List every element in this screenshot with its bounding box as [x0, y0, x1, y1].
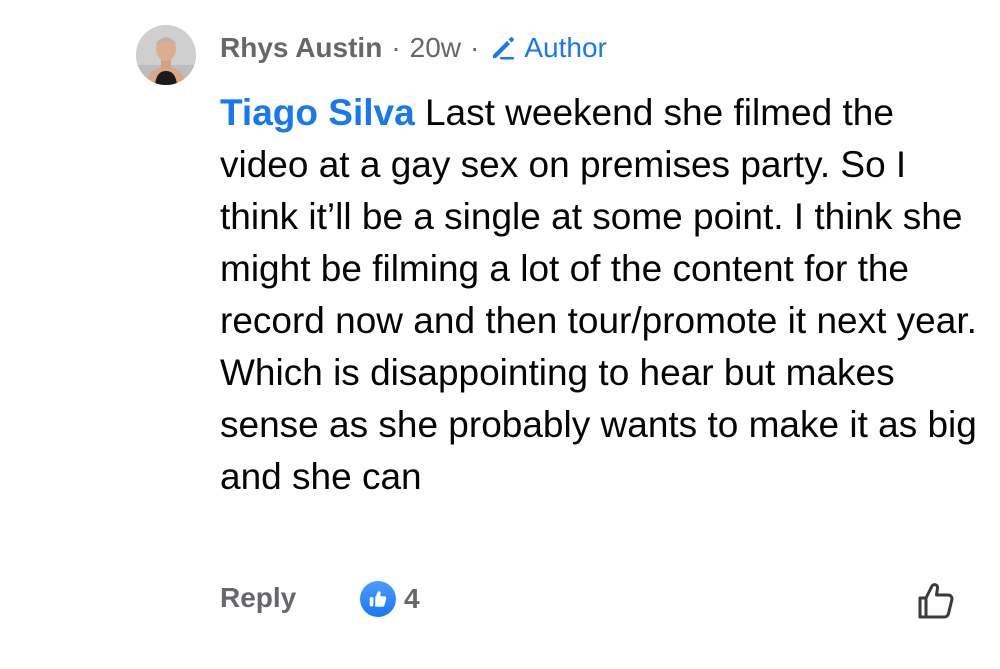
author-badge-label: Author: [524, 32, 607, 63]
thumbs-up-outline-icon: [918, 583, 954, 619]
author-badge: Author: [488, 32, 607, 64]
comment-meta: Rhys Austin · 20w · Author: [220, 28, 607, 68]
comment-text: Last weekend she filmed the video at a g…: [220, 92, 977, 497]
like-reaction-icon: [360, 581, 396, 617]
reaction-count: 4: [404, 583, 420, 614]
pencil-icon: [493, 37, 515, 60]
comment-body: Tiago Silva Last weekend she filmed the …: [220, 87, 980, 503]
mention-link[interactable]: Tiago Silva: [220, 92, 415, 133]
comment-timestamp[interactable]: 20w: [410, 32, 461, 64]
comment: Rhys Austin · 20w · Author Tiago Silva L…: [0, 0, 1000, 669]
meta-separator: ·: [391, 32, 401, 63]
thumbs-up-icon: [369, 591, 387, 607]
author-name[interactable]: Rhys Austin: [220, 32, 382, 64]
comment-actions: Reply: [220, 578, 296, 618]
reply-button[interactable]: Reply: [220, 582, 296, 614]
like-button[interactable]: [914, 579, 958, 623]
avatar-photo-icon: [136, 25, 196, 85]
avatar[interactable]: [136, 25, 196, 85]
reaction-summary[interactable]: 4: [360, 580, 420, 618]
meta-separator: ·: [470, 32, 480, 63]
